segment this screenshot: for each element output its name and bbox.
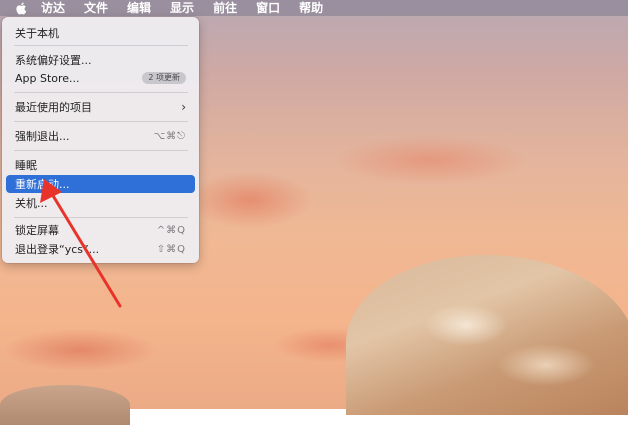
menu-window[interactable]: 窗口 <box>256 0 280 16</box>
menu-file[interactable]: 文件 <box>84 0 108 16</box>
menu-separator <box>14 121 188 122</box>
about-label: 关于本机 <box>15 27 59 40</box>
menu-item-restart[interactable]: 重新启动... <box>6 175 195 193</box>
system-prefs-label: 系统偏好设置... <box>15 54 92 67</box>
menu-item-logout[interactable]: 退出登录“ycs”... ⇧⌘Q <box>6 240 195 258</box>
apple-menu-dropdown: 关于本机 系统偏好设置... App Store... 2 项更新 最近使用的项… <box>2 17 199 263</box>
menu-help[interactable]: 帮助 <box>299 0 323 16</box>
shutdown-label: 关机... <box>15 197 48 210</box>
menu-item-about[interactable]: 关于本机 <box>6 24 195 42</box>
apple-logo-icon[interactable] <box>15 2 27 15</box>
menu-separator <box>14 45 188 46</box>
menu-item-recent-items[interactable]: 最近使用的项目 › <box>6 98 195 116</box>
menu-edit[interactable]: 编辑 <box>127 0 151 16</box>
wallpaper-rock-left <box>0 385 130 425</box>
restart-label: 重新启动... <box>15 178 70 191</box>
lock-screen-label: 锁定屏幕 <box>15 224 59 237</box>
menu-separator <box>14 92 188 93</box>
lock-screen-shortcut: ^⌘Q <box>156 224 186 236</box>
update-count-badge: 2 项更新 <box>142 72 186 84</box>
menu-separator <box>14 217 188 218</box>
menu-item-shutdown[interactable]: 关机... <box>6 194 195 212</box>
logout-label: 退出登录“ycs”... <box>15 243 100 256</box>
force-quit-label: 强制退出... <box>15 130 70 143</box>
menu-item-force-quit[interactable]: 强制退出... ⌥⌘⎋ <box>6 127 195 145</box>
menu-item-lock-screen[interactable]: 锁定屏幕 ^⌘Q <box>6 221 195 239</box>
menu-finder[interactable]: 访达 <box>41 0 65 16</box>
menu-item-sleep[interactable]: 睡眠 <box>6 156 195 174</box>
chevron-right-icon: › <box>181 100 186 114</box>
menu-go[interactable]: 前往 <box>213 0 237 16</box>
logout-shortcut: ⇧⌘Q <box>156 243 186 255</box>
recent-items-label: 最近使用的项目 <box>15 101 92 114</box>
wallpaper-rock <box>346 255 628 415</box>
menu-view[interactable]: 显示 <box>170 0 194 16</box>
app-store-label: App Store... <box>15 71 80 85</box>
sleep-label: 睡眠 <box>15 159 37 172</box>
menu-item-system-prefs[interactable]: 系统偏好设置... <box>6 51 195 69</box>
force-quit-shortcut: ⌥⌘⎋ <box>153 130 186 142</box>
menu-separator <box>14 150 188 151</box>
menu-bar: 访达 文件 编辑 显示 前往 窗口 帮助 <box>0 0 628 16</box>
menu-item-app-store[interactable]: App Store... 2 项更新 <box>6 69 195 87</box>
